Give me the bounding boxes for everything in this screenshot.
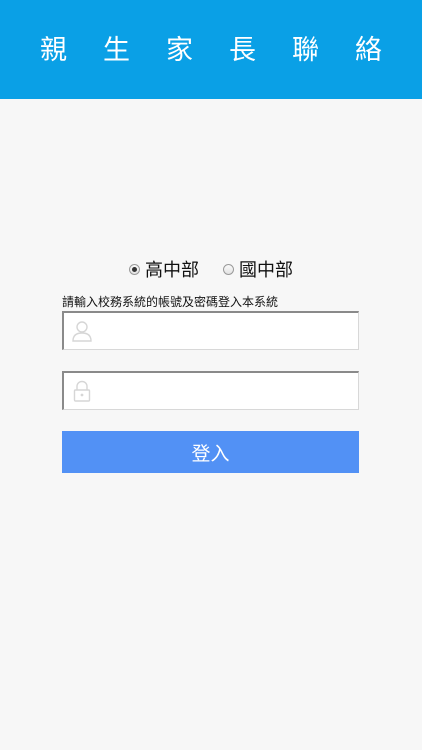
app-header: 親生家長聯絡 [0,0,422,99]
radio-button-checked-icon[interactable] [129,263,140,275]
login-button[interactable]: 登入 [62,431,359,473]
username-input[interactable] [102,313,352,349]
user-icon [72,321,92,342]
password-field[interactable] [62,371,359,410]
radio-button-unchecked-icon[interactable] [223,263,234,275]
login-hint: 請輸入校務系統的帳號及密碼登入本系統 [62,295,279,309]
radio-label-junior-high: 國中部 [239,260,293,281]
password-input[interactable] [102,373,352,409]
radio-label-senior-high: 高中部 [145,260,199,281]
school-selector: 高中部 國中部 [0,256,422,282]
username-field[interactable] [62,311,359,350]
radio-junior-high[interactable]: 國中部 [223,256,293,282]
app-title: 親生家長聯絡 [40,35,418,66]
lock-icon [73,380,91,402]
radio-senior-high[interactable]: 高中部 [129,256,199,282]
